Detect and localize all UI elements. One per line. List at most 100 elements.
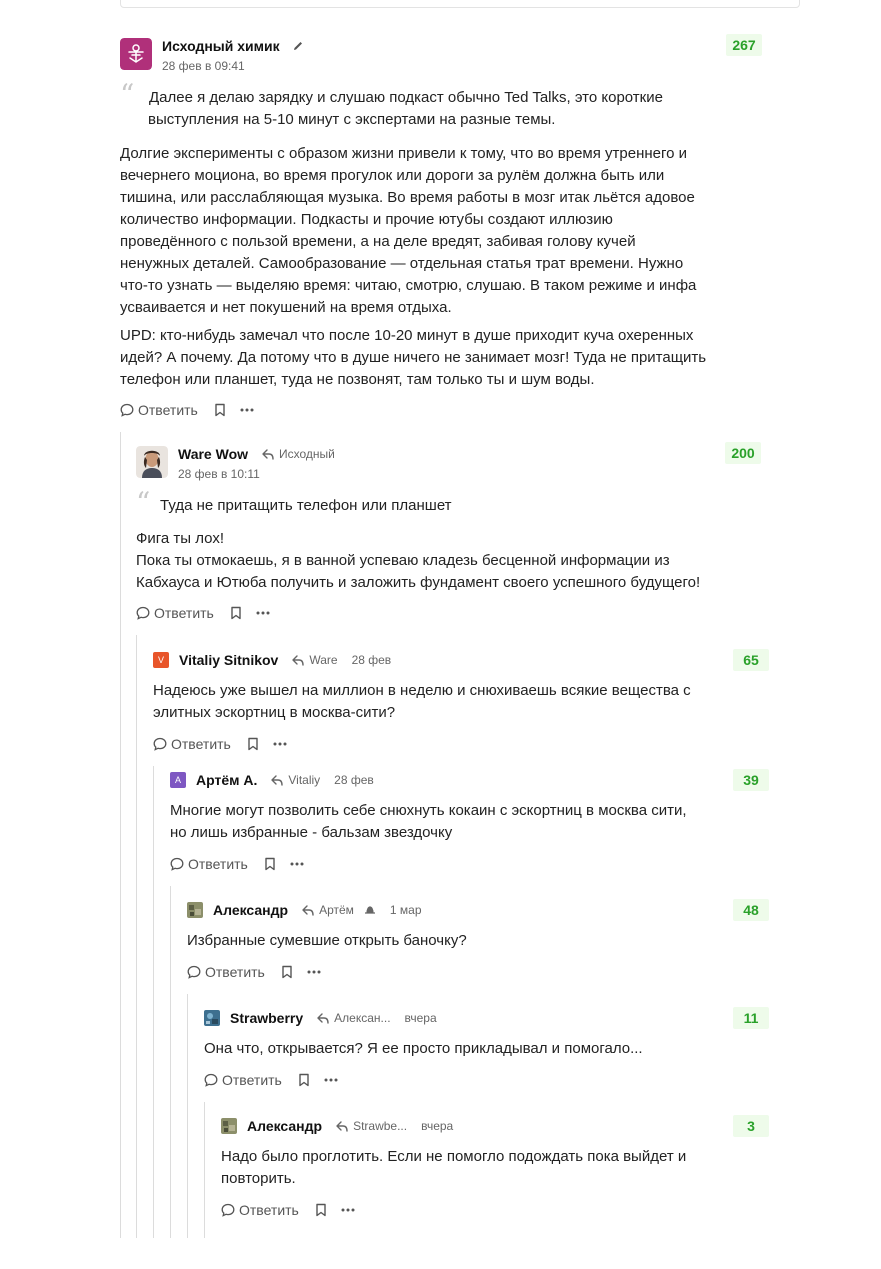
comment-date[interactable]: 28 фев в 09:41 <box>162 59 245 73</box>
reply-to-link[interactable]: Ware <box>292 653 338 667</box>
reply-label: Ответить <box>154 605 214 621</box>
rating-badge: 39 <box>733 769 769 791</box>
more-icon[interactable] <box>273 742 287 746</box>
bookmark-icon[interactable] <box>230 606 242 620</box>
text-line: Многие могут позволить себе снюхнуть кок… <box>170 802 687 819</box>
bookmark-icon[interactable] <box>264 857 276 871</box>
rating-badge: 48 <box>733 899 769 921</box>
reply-button[interactable]: Ответить <box>136 605 214 621</box>
bookmark-icon[interactable] <box>214 403 226 417</box>
quote-icon: “ <box>136 486 151 519</box>
thread-line[interactable] <box>204 1102 205 1238</box>
reply-button[interactable]: Ответить <box>204 1072 282 1088</box>
reply-label: Ответить <box>171 736 231 752</box>
comment-actions: Ответить <box>120 401 254 419</box>
paragraph: Долгие эксперименты с образом жизни прив… <box>120 143 760 319</box>
comment-date[interactable]: 28 фев <box>334 773 374 787</box>
rating-badge: 200 <box>725 442 761 464</box>
reply-button[interactable]: Ответить <box>170 856 248 872</box>
author-name[interactable]: Исходный химик <box>162 38 280 54</box>
avatar[interactable] <box>136 446 168 483</box>
quote-line: Далее я делаю зарядку и слушаю подкаст о… <box>149 89 663 106</box>
comment-date[interactable]: вчера <box>421 1119 453 1133</box>
reply-to-link[interactable]: Исходный <box>262 447 335 461</box>
comment-body: Она что, открывается? Я ее просто прикла… <box>204 1038 764 1060</box>
thread-line[interactable] <box>136 635 137 1238</box>
author-name[interactable]: Артём А. <box>196 772 257 788</box>
avatar[interactable]: V <box>153 652 169 668</box>
reply-label: Ответить <box>138 402 198 418</box>
avatar[interactable] <box>120 38 152 75</box>
reply-arrow-icon <box>336 1120 348 1132</box>
text-line: идей? А почему. Да потому что в душе нич… <box>120 349 707 366</box>
text-line: усваивается и нет покушений на время отд… <box>120 299 452 316</box>
reply-to-link[interactable]: Артём <box>302 903 354 917</box>
text-line: телефон или планшет, туда не позвонят, т… <box>120 371 595 388</box>
paragraph: Избранные сумевшие открыть баночку? <box>187 930 747 952</box>
text-line: Избранные сумевшие открыть баночку? <box>187 932 467 949</box>
rating-badge: 267 <box>726 34 762 56</box>
pencil-icon <box>292 40 304 52</box>
reply-to-link[interactable]: Алексан... <box>317 1011 391 1025</box>
hat-icon <box>364 906 376 914</box>
reply-to-link[interactable]: Vitaliy <box>271 773 320 787</box>
reply-arrow-icon <box>302 904 314 916</box>
quote-line: выступления на 5-10 минут с экспертами н… <box>148 111 556 128</box>
more-icon[interactable] <box>240 408 254 412</box>
author-name[interactable]: Vitaliy Sitnikov <box>179 652 278 668</box>
avatar[interactable] <box>187 902 203 918</box>
comment-date[interactable]: 1 мар <box>390 903 422 917</box>
author-name[interactable]: Александр <box>213 902 288 918</box>
comment-date[interactable]: вчера <box>405 1011 437 1025</box>
thread-line[interactable] <box>187 994 188 1238</box>
reply-arrow-icon <box>317 1012 329 1024</box>
reply-button[interactable]: Ответить <box>120 402 198 418</box>
rating-badge: 11 <box>733 1007 769 1029</box>
bookmark-icon[interactable] <box>247 737 259 751</box>
avatar[interactable] <box>221 1118 237 1134</box>
thread-line[interactable] <box>170 886 171 1238</box>
reply-to-name: Алексан... <box>334 1011 391 1025</box>
more-icon[interactable] <box>341 1208 355 1212</box>
reply-label: Ответить <box>188 856 248 872</box>
reply-button[interactable]: Ответить <box>153 736 231 752</box>
more-icon[interactable] <box>256 611 270 615</box>
reply-to-name: Исходный <box>279 447 335 461</box>
paragraph: Надо было проглотить. Если не помогло по… <box>221 1146 741 1190</box>
reply-to-name: Vitaliy <box>288 773 321 787</box>
comment-actions: Ответить <box>153 735 287 753</box>
thread-line[interactable] <box>120 432 121 1238</box>
bookmark-icon[interactable] <box>315 1203 327 1217</box>
bookmark-icon[interactable] <box>298 1073 310 1087</box>
avatar[interactable]: A <box>170 772 186 788</box>
more-icon[interactable] <box>307 970 321 974</box>
reply-label: Ответить <box>239 1202 299 1218</box>
reply-arrow-icon <box>271 774 284 786</box>
comment-date[interactable]: 28 фев <box>352 653 392 667</box>
reply-bubble-icon <box>204 1073 218 1087</box>
more-icon[interactable] <box>324 1078 338 1082</box>
text-line: элитных эскортниц в москва-сити? <box>153 704 396 721</box>
reply-to-name: Артём <box>319 903 354 917</box>
reply-button[interactable]: Ответить <box>221 1202 299 1218</box>
comment-actions: Ответить <box>170 855 304 873</box>
reply-label: Ответить <box>205 964 265 980</box>
reply-bubble-icon <box>153 737 167 751</box>
text-line: Долгие эксперименты с образом жизни прив… <box>120 145 688 162</box>
rating-badge: 3 <box>733 1115 769 1137</box>
author-name[interactable]: Ware Wow <box>178 446 248 462</box>
comment-date[interactable]: 28 фев в 10:11 <box>178 467 260 481</box>
bookmark-icon[interactable] <box>281 965 293 979</box>
author-name[interactable]: Strawberry <box>230 1010 303 1026</box>
reply-button[interactable]: Ответить <box>187 964 265 980</box>
thread-line[interactable] <box>153 766 154 1238</box>
text-line: что-то узнать — выделяю время: читаю, см… <box>120 277 697 294</box>
text-line: Фига ты лох! <box>136 530 225 547</box>
paragraph: Многие могут позволить себе снюхнуть кок… <box>170 800 760 844</box>
author-name[interactable]: Александр <box>247 1118 322 1134</box>
text-line: вечернего моциона, во время прогулок или… <box>120 167 665 184</box>
avatar[interactable] <box>204 1010 220 1026</box>
more-icon[interactable] <box>290 862 304 866</box>
paragraph: Она что, открывается? Я ее просто прикла… <box>204 1038 764 1060</box>
reply-to-link[interactable]: Strawbe... <box>336 1119 407 1133</box>
